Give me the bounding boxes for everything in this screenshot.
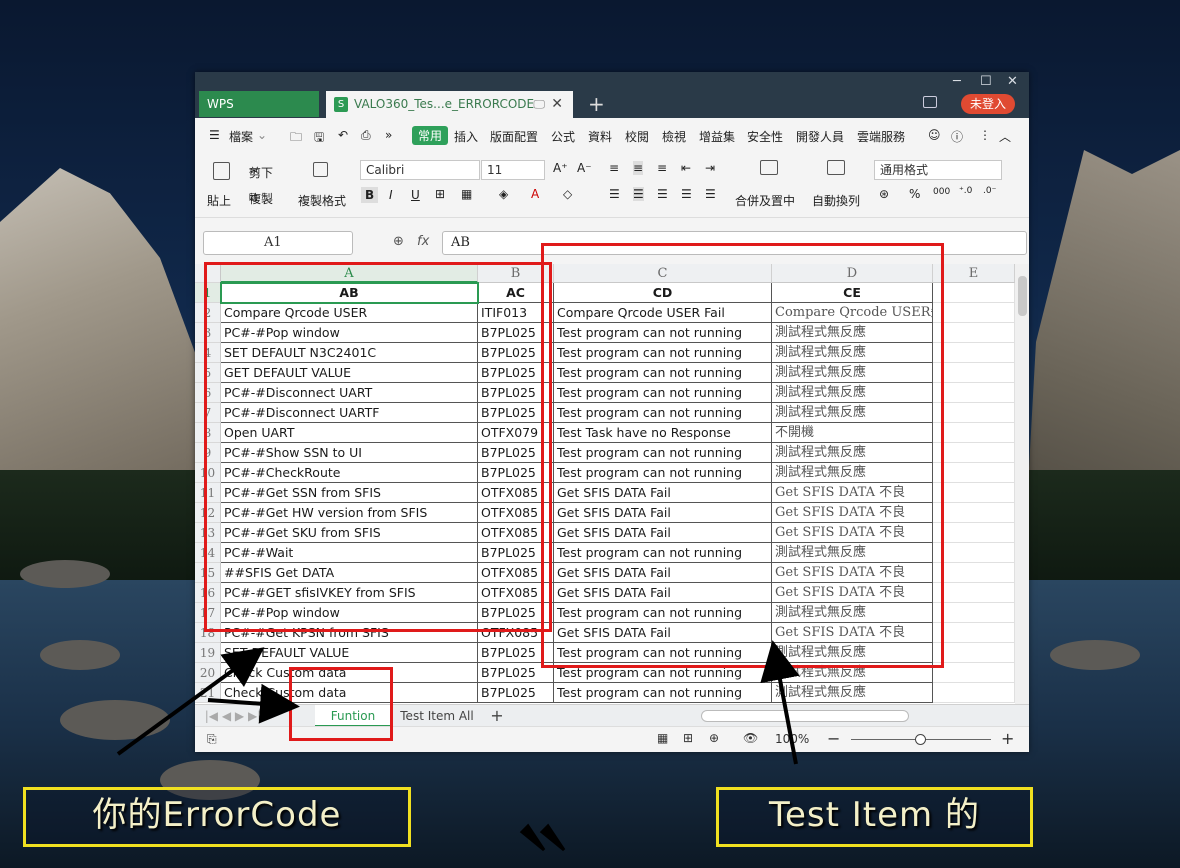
- arrow-to-sheet-tab: [207, 683, 300, 724]
- double-chevron-icon: [519, 823, 566, 852]
- error-code-callout: 你的ErrorCode: [23, 787, 411, 847]
- annotation-arrows: [116, 640, 800, 852]
- arrow-to-test-item: [760, 640, 800, 765]
- test-item-callout: Test Item 的: [716, 787, 1033, 847]
